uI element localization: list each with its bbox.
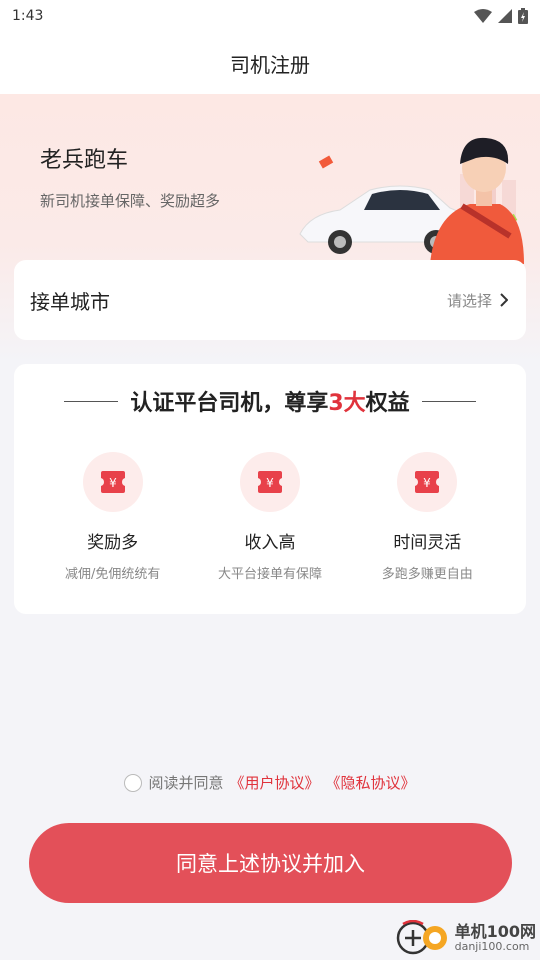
- benefit-desc: 多跑多赚更自由: [381, 567, 473, 582]
- watermark: 单机100网 danji100.com: [395, 916, 536, 960]
- signal-icon: [498, 9, 512, 23]
- city-selector[interactable]: 接单城市 请选择: [14, 260, 526, 340]
- agreement-prefix: 阅读并同意: [148, 774, 224, 792]
- benefits-title-post: 权益: [365, 391, 410, 416]
- watermark-logo-icon: [396, 920, 447, 955]
- page-title: 司机注册: [230, 52, 310, 77]
- svg-text:¥: ¥: [266, 476, 274, 490]
- benefit-item: ¥ 奖励多 减佣/免佣统统有: [38, 452, 188, 582]
- benefit-item: ¥ 收入高 大平台接单有保障: [195, 452, 345, 582]
- nav-bar: 司机注册: [0, 32, 540, 94]
- city-label: 接单城市: [30, 289, 110, 314]
- agreement-row: 阅读并同意 《用户协议》 《隐私协议》: [0, 772, 540, 793]
- user-agreement-link[interactable]: 《用户协议》: [229, 772, 319, 793]
- wifi-icon: [474, 9, 492, 23]
- benefits-title-highlight: 3大: [328, 391, 366, 416]
- status-icons: [474, 8, 528, 24]
- benefits-list: ¥ 奖励多 减佣/免佣统统有 ¥ 收入高 大平台接单有保障 ¥ 时间灵活 多跑多…: [14, 452, 526, 582]
- divider-line-right: [421, 400, 476, 402]
- battery-icon: [518, 8, 528, 24]
- agree-join-button[interactable]: 同意上述协议并加入: [29, 823, 512, 903]
- status-time: 1:43: [12, 8, 44, 24]
- privacy-agreement-link[interactable]: 《隐私协议》: [326, 772, 416, 793]
- svg-text:¥: ¥: [423, 476, 431, 490]
- divider-line-left: [64, 400, 119, 402]
- benefits-title: 认证平台司机，尊享3大权益: [130, 385, 409, 417]
- watermark-text: 单机100网 danji100.com: [455, 923, 536, 953]
- benefit-desc: 减佣/免佣统统有: [64, 567, 161, 582]
- benefit-name: 奖励多: [87, 533, 139, 553]
- watermark-main: 单机100网: [454, 922, 536, 942]
- yuan-coupon-icon: ¥: [397, 452, 458, 512]
- yuan-coupon-icon: ¥: [239, 452, 300, 512]
- benefits-title-pre: 认证平台司机，尊享: [130, 391, 329, 416]
- benefit-name: 收入高: [244, 533, 296, 553]
- hero-subtitle: 新司机接单保障、奖励超多: [40, 192, 221, 210]
- watermark-sub: danji100.com: [454, 939, 530, 953]
- driver-car-illustration: [299, 137, 524, 264]
- status-bar: 1:43: [0, 0, 540, 32]
- yuan-coupon-icon: ¥: [82, 452, 143, 512]
- benefits-header: 认证平台司机，尊享3大权益: [14, 384, 526, 418]
- agreement-radio[interactable]: [124, 773, 143, 792]
- benefit-item: ¥ 时间灵活 多跑多赚更自由: [352, 452, 502, 582]
- chevron-right-icon: [500, 293, 508, 307]
- city-select[interactable]: 请选择: [447, 290, 508, 311]
- city-placeholder: 请选择: [446, 291, 492, 310]
- benefit-name: 时间灵活: [393, 533, 462, 553]
- hero-title: 老兵跑车: [40, 148, 129, 173]
- svg-text:¥: ¥: [109, 476, 117, 490]
- benefit-desc: 大平台接单有保障: [217, 567, 322, 582]
- benefits-card: 认证平台司机，尊享3大权益 ¥ 奖励多 减佣/免佣统统有 ¥ 收入高 大平台接单…: [14, 364, 526, 614]
